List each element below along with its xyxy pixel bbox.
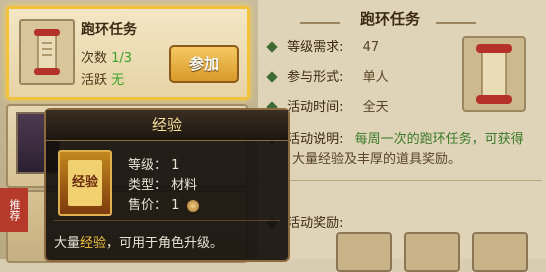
tooltip-title: 经验 — [46, 110, 288, 141]
level-req-row: 等级需求: 47 — [266, 36, 380, 55]
level-req-label: 等级需求: — [287, 40, 344, 55]
count-value: 1/3 — [111, 51, 133, 66]
recommend-ribbon: 推荐 — [0, 188, 28, 232]
type-label: 类型： — [128, 178, 168, 193]
bullet-icon — [266, 70, 278, 83]
task-icon-frame — [19, 19, 75, 85]
reward-item-3[interactable] — [472, 232, 528, 272]
tooltip-divider — [54, 220, 280, 221]
active-value: 无 — [111, 73, 125, 88]
desc-label: 活动说明: — [287, 132, 344, 147]
exp-book-icon: 经验 — [58, 150, 112, 216]
coin-icon — [186, 199, 199, 212]
tooltip-description: 大量经验，可用于角色升级。 — [54, 232, 223, 251]
count-label: 次数 — [81, 51, 108, 66]
title-ornament-left — [300, 12, 340, 24]
price-value: 1 — [171, 198, 180, 213]
desc-text-2: 大量经验及丰厚的道具奖励。 — [292, 152, 462, 167]
task-scroll-icon — [462, 36, 526, 112]
price-label: 售价： — [128, 198, 168, 213]
item-tooltip: 经验 经验 等级： 1 类型： 材料 售价： 1 大量经验，可用于角色升级。 — [44, 108, 290, 262]
title-ornament-right — [436, 12, 476, 24]
level-value: 1 — [171, 158, 180, 173]
tooltip-level: 等级： 1 — [128, 154, 179, 173]
bullet-icon — [266, 40, 278, 53]
detail-title: 跑环任务 — [360, 10, 421, 28]
time-label: 活动时间: — [287, 100, 344, 115]
exp-book-label: 经验 — [68, 160, 102, 206]
desc-post: ，可用于角色升级。 — [106, 236, 224, 251]
join-button[interactable]: 参加 — [169, 45, 239, 83]
level-req-value: 47 — [362, 40, 380, 55]
reward-item-2[interactable] — [404, 232, 460, 272]
desc-pre: 大量 — [54, 236, 81, 251]
participation-value: 单人 — [362, 70, 389, 85]
level-label: 等级： — [128, 158, 168, 173]
participation-row: 参与形式: 单人 — [266, 66, 389, 85]
desc-highlight: 经验 — [80, 236, 107, 251]
scroll-icon — [30, 27, 64, 77]
tooltip-price: 售价： 1 — [128, 194, 199, 213]
tooltip-type: 类型： 材料 — [128, 174, 197, 193]
desc-row: 活动说明: 每周一次的跑环任务，可获得 — [266, 128, 524, 147]
reward-label: 活动奖励: — [287, 216, 344, 231]
task-title: 跑环任务 — [81, 22, 137, 38]
task-count: 次数 1/3 — [81, 47, 132, 66]
active-label: 活跃 — [81, 73, 108, 88]
desc-text-1: 每周一次的跑环任务，可获得 — [354, 132, 524, 147]
divider — [262, 180, 542, 181]
type-value: 材料 — [171, 178, 198, 193]
task-card-selected[interactable]: 跑环任务 次数 1/3 活跃 无 参加 — [6, 6, 250, 100]
time-value: 全天 — [362, 100, 389, 115]
task-active: 活跃 无 — [81, 69, 124, 88]
participation-label: 参与形式: — [287, 70, 344, 85]
reward-item-1[interactable] — [336, 232, 392, 272]
